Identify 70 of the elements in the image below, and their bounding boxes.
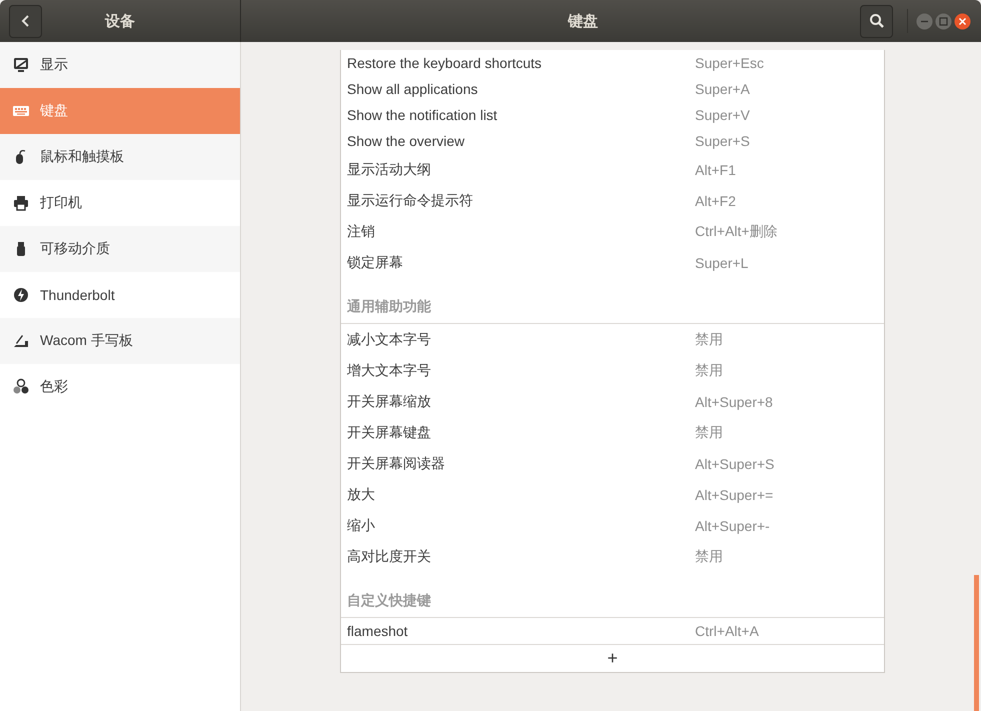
- shortcut-row[interactable]: 增大文本字号 禁用: [341, 355, 884, 386]
- shortcut-row[interactable]: Show the overview Super+S: [341, 128, 884, 154]
- shortcut-keys: Super+A: [695, 81, 750, 97]
- sidebar-item[interactable]: 显示: [0, 42, 240, 88]
- section-header: 自定义快捷键: [347, 592, 431, 610]
- lightning-icon: [12, 286, 30, 304]
- shortcut-name: Show the overview: [347, 133, 466, 149]
- shortcut-keys: Alt+F1: [695, 162, 736, 178]
- shortcut-name: 放大: [347, 486, 376, 504]
- shortcut-row[interactable]: 显示活动大纲 Alt+F1: [341, 154, 884, 185]
- shortcut-name: Show the notification list: [347, 107, 498, 123]
- shortcut-keys: Super+L: [695, 254, 748, 270]
- shortcut-keys: Alt+F2: [695, 192, 736, 208]
- back-button[interactable]: [9, 4, 42, 38]
- shortcut-keys: Alt+Super+S: [695, 456, 774, 472]
- scrollbar[interactable]: [974, 575, 979, 711]
- shortcut-row[interactable]: 缩小 Alt+Super+-: [341, 510, 884, 541]
- monitor-icon: [12, 56, 30, 74]
- pen-tablet-icon: [12, 332, 30, 350]
- search-icon: [868, 13, 884, 29]
- shortcut-keys: 禁用: [695, 548, 723, 566]
- shortcut-keys: Alt+Super+8: [695, 394, 773, 410]
- shortcut-name: Restore the keyboard shortcuts: [347, 55, 543, 71]
- window-title: 键盘: [568, 12, 598, 30]
- shortcut-name: 减小文本字号: [347, 330, 432, 348]
- shortcut-name: 开关屏幕键盘: [347, 424, 432, 442]
- shortcut-row[interactable]: Show the notification list Super+V: [341, 102, 884, 128]
- shortcut-row[interactable]: 锁定屏幕 Super+L: [341, 247, 884, 278]
- shortcut-row[interactable]: 放大 Alt+Super+=: [341, 479, 884, 510]
- shortcut-keys: 禁用: [695, 362, 723, 380]
- shortcut-name: 显示活动大纲: [347, 160, 432, 178]
- printer-icon: [12, 194, 30, 212]
- shortcut-row[interactable]: 开关屏幕键盘 禁用: [341, 417, 884, 448]
- shortcut-keys: Ctrl+Alt+A: [695, 623, 759, 639]
- shortcut-keys: Alt+Super+-: [695, 518, 770, 534]
- shortcut-keys: Super+S: [695, 133, 750, 149]
- shortcut-name: 锁定屏幕: [347, 254, 404, 272]
- shortcut-name: 缩小: [347, 516, 376, 534]
- shortcut-name: 增大文本字号: [347, 362, 432, 380]
- shortcut-keys: 禁用: [695, 330, 723, 348]
- section-header: 通用辅助功能: [347, 298, 431, 316]
- circles-icon: [12, 378, 30, 396]
- shortcut-row[interactable]: Restore the keyboard shortcuts Super+Esc: [341, 50, 884, 76]
- close-button[interactable]: [954, 12, 971, 30]
- shortcut-row[interactable]: 注销 Ctrl+Alt+删除: [341, 216, 884, 247]
- shortcut-keys: Super+Esc: [695, 55, 764, 71]
- shortcut-row[interactable]: 减小文本字号 禁用: [341, 323, 884, 355]
- shortcut-name: 开关屏幕阅读器: [347, 454, 446, 472]
- chevron-left-icon: [20, 14, 30, 28]
- shortcut-row[interactable]: 开关屏幕阅读器 Alt+Super+S: [341, 448, 884, 479]
- minimize-button[interactable]: [916, 12, 933, 30]
- shortcut-keys: Super+V: [695, 107, 750, 123]
- shortcut-row[interactable]: 高对比度开关 禁用: [341, 541, 884, 572]
- shortcut-name: 显示运行命令提示符: [347, 192, 474, 210]
- sidebar-item[interactable]: Wacom 手写板: [0, 318, 240, 364]
- sidebar-title: 设备: [105, 12, 135, 30]
- shortcut-row[interactable]: Show all applications Super+A: [341, 76, 884, 102]
- sidebar-item[interactable]: 可移动介质: [0, 226, 240, 272]
- shortcut-name: flameshot: [347, 623, 409, 639]
- shortcut-row[interactable]: 显示运行命令提示符 Alt+F2: [341, 185, 884, 216]
- shortcut-name: 开关屏幕缩放: [347, 392, 432, 410]
- sidebar-item[interactable]: 鼠标和触摸板: [0, 134, 240, 180]
- shortcut-keys: Ctrl+Alt+删除: [695, 222, 778, 240]
- shortcut-name: 高对比度开关: [347, 548, 432, 566]
- shortcut-name: 注销: [347, 222, 376, 240]
- shortcut-keys: Alt+Super+=: [695, 486, 774, 502]
- shortcut-keys: 禁用: [695, 424, 723, 442]
- shortcut-row[interactable]: 开关屏幕缩放 Alt+Super+8: [341, 386, 884, 417]
- shortcut-name: Show all applications: [347, 81, 479, 97]
- search-button[interactable]: [860, 4, 893, 38]
